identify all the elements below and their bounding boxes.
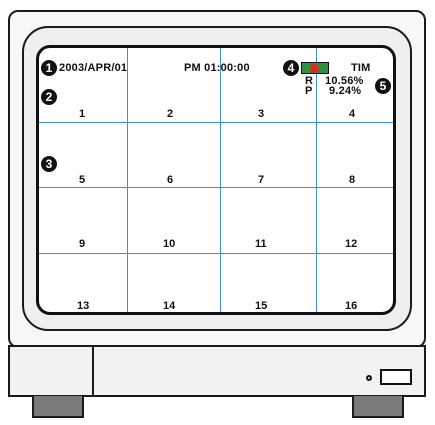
grid-line-horizontal bbox=[39, 253, 393, 254]
channel-label-7: 7 bbox=[258, 174, 265, 186]
right-foot bbox=[352, 396, 404, 418]
callout-1: 1 bbox=[41, 60, 57, 76]
power-led-icon bbox=[366, 375, 372, 381]
channel-label-15: 15 bbox=[255, 300, 268, 312]
channel-label-5: 5 bbox=[79, 174, 86, 186]
callout-4: 4 bbox=[283, 60, 299, 76]
callout-5: 5 bbox=[375, 78, 391, 94]
record-indicator bbox=[301, 62, 329, 74]
channel-label-3: 3 bbox=[258, 108, 265, 120]
monitor-base bbox=[8, 345, 426, 397]
p-label: P bbox=[305, 85, 313, 97]
channel-label-6: 6 bbox=[167, 174, 174, 186]
grid-line-vertical bbox=[127, 48, 128, 312]
channel-label-13: 13 bbox=[77, 300, 90, 312]
monitor-screen: 1 2003/APR/01 PM 01:00:00 4 TIM R 10.56%… bbox=[36, 45, 396, 315]
channel-label-4: 4 bbox=[349, 108, 356, 120]
channel-label-16: 16 bbox=[345, 300, 358, 312]
channel-label-12: 12 bbox=[345, 238, 358, 250]
power-button[interactable] bbox=[380, 369, 412, 385]
grid-line-vertical bbox=[220, 48, 221, 312]
record-dot-icon bbox=[310, 64, 319, 73]
channel-label-2: 2 bbox=[167, 108, 174, 120]
channel-label-9: 9 bbox=[79, 238, 86, 250]
callout-2: 2 bbox=[41, 89, 57, 105]
callout-3: 3 bbox=[41, 156, 57, 172]
channel-label-11: 11 bbox=[255, 238, 267, 250]
grid-line-horizontal bbox=[39, 122, 393, 123]
left-foot bbox=[32, 396, 84, 418]
channel-label-14: 14 bbox=[163, 300, 176, 312]
channel-label-10: 10 bbox=[163, 238, 176, 250]
base-divider bbox=[92, 347, 94, 395]
date-display: 2003/APR/01 bbox=[59, 62, 128, 74]
p-value: 9.24% bbox=[329, 85, 362, 97]
time-display: PM 01:00:00 bbox=[184, 62, 250, 74]
channel-label-8: 8 bbox=[349, 174, 356, 186]
grid-line-horizontal bbox=[39, 187, 393, 188]
mode-display: TIM bbox=[351, 62, 371, 74]
channel-label-1: 1 bbox=[79, 108, 86, 120]
grid-line-vertical bbox=[316, 48, 317, 312]
